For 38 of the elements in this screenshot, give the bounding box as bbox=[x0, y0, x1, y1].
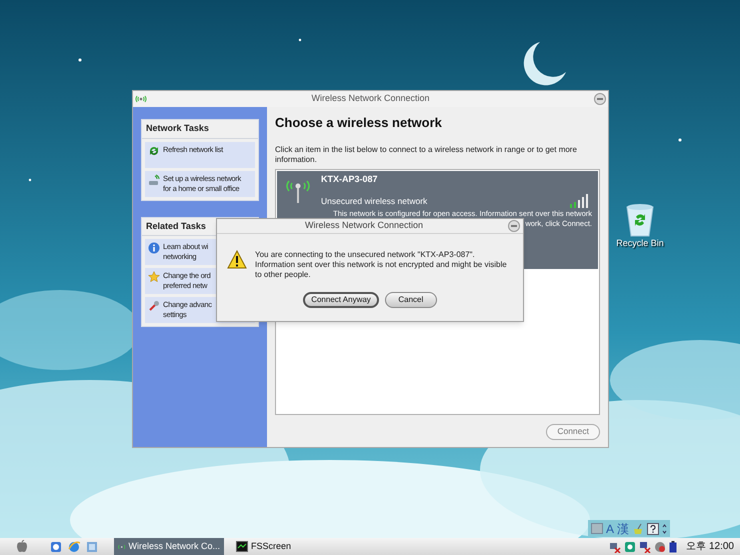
task-group-title: Network Tasks bbox=[142, 120, 258, 138]
refresh-icon bbox=[148, 144, 160, 156]
tools-icon bbox=[148, 300, 160, 312]
clock[interactable]: 오후 12:00 bbox=[686, 539, 734, 554]
quick-launch-icon[interactable] bbox=[50, 540, 62, 552]
taskbar-button[interactable]: FSScreen bbox=[232, 538, 342, 555]
star-icon bbox=[148, 271, 160, 283]
dialog-button[interactable]: Connect Anyway bbox=[303, 292, 379, 308]
dialog-message: You are connecting to the unsecured network "KTX-AP3-087". Information sent over this network is not encrypted and might be visible to other people. bbox=[255, 250, 508, 280]
dialog-button[interactable]: Cancel bbox=[384, 292, 437, 308]
icon-label[interactable]: Recycle Bin bbox=[616, 237, 664, 250]
taskbar-button[interactable]: Wireless Network Co... bbox=[114, 538, 224, 555]
network-off-icon[interactable] bbox=[639, 540, 652, 552]
tray-app-icon[interactable] bbox=[624, 540, 636, 552]
window-title: Wireless Network Connection bbox=[310, 92, 431, 106]
close-button[interactable] bbox=[594, 93, 606, 105]
network-name: KTX-AP3-087 bbox=[321, 172, 378, 186]
apple-icon[interactable] bbox=[16, 540, 28, 553]
input-mode-toggle[interactable]: 漢 bbox=[617, 522, 630, 534]
help-icon[interactable] bbox=[647, 522, 660, 534]
connect-button[interactable]: Connect bbox=[546, 424, 600, 440]
battery-icon[interactable] bbox=[669, 540, 678, 552]
terminal-icon bbox=[236, 541, 248, 552]
input-mode-toggle[interactable]: A bbox=[606, 522, 614, 534]
close-button[interactable] bbox=[508, 220, 520, 232]
instruction-text: Click an item in the list below to connect to a wireless network in range or to get more information. bbox=[275, 144, 578, 164]
wireless-setup-icon bbox=[148, 174, 160, 186]
dialog-title: Wireless Network Connection bbox=[304, 219, 424, 232]
page-heading: Choose a wireless network bbox=[275, 114, 443, 132]
options-icon[interactable] bbox=[662, 524, 668, 534]
tray-app-icon[interactable] bbox=[654, 540, 666, 552]
desktop-icon[interactable] bbox=[86, 540, 98, 552]
browser-icon[interactable] bbox=[68, 540, 80, 552]
network-security: Unsecured wireless network bbox=[321, 195, 428, 208]
warning-icon bbox=[227, 250, 247, 269]
wireless-icon bbox=[135, 94, 147, 104]
info-icon bbox=[148, 242, 160, 254]
network-off-icon[interactable] bbox=[609, 540, 622, 552]
